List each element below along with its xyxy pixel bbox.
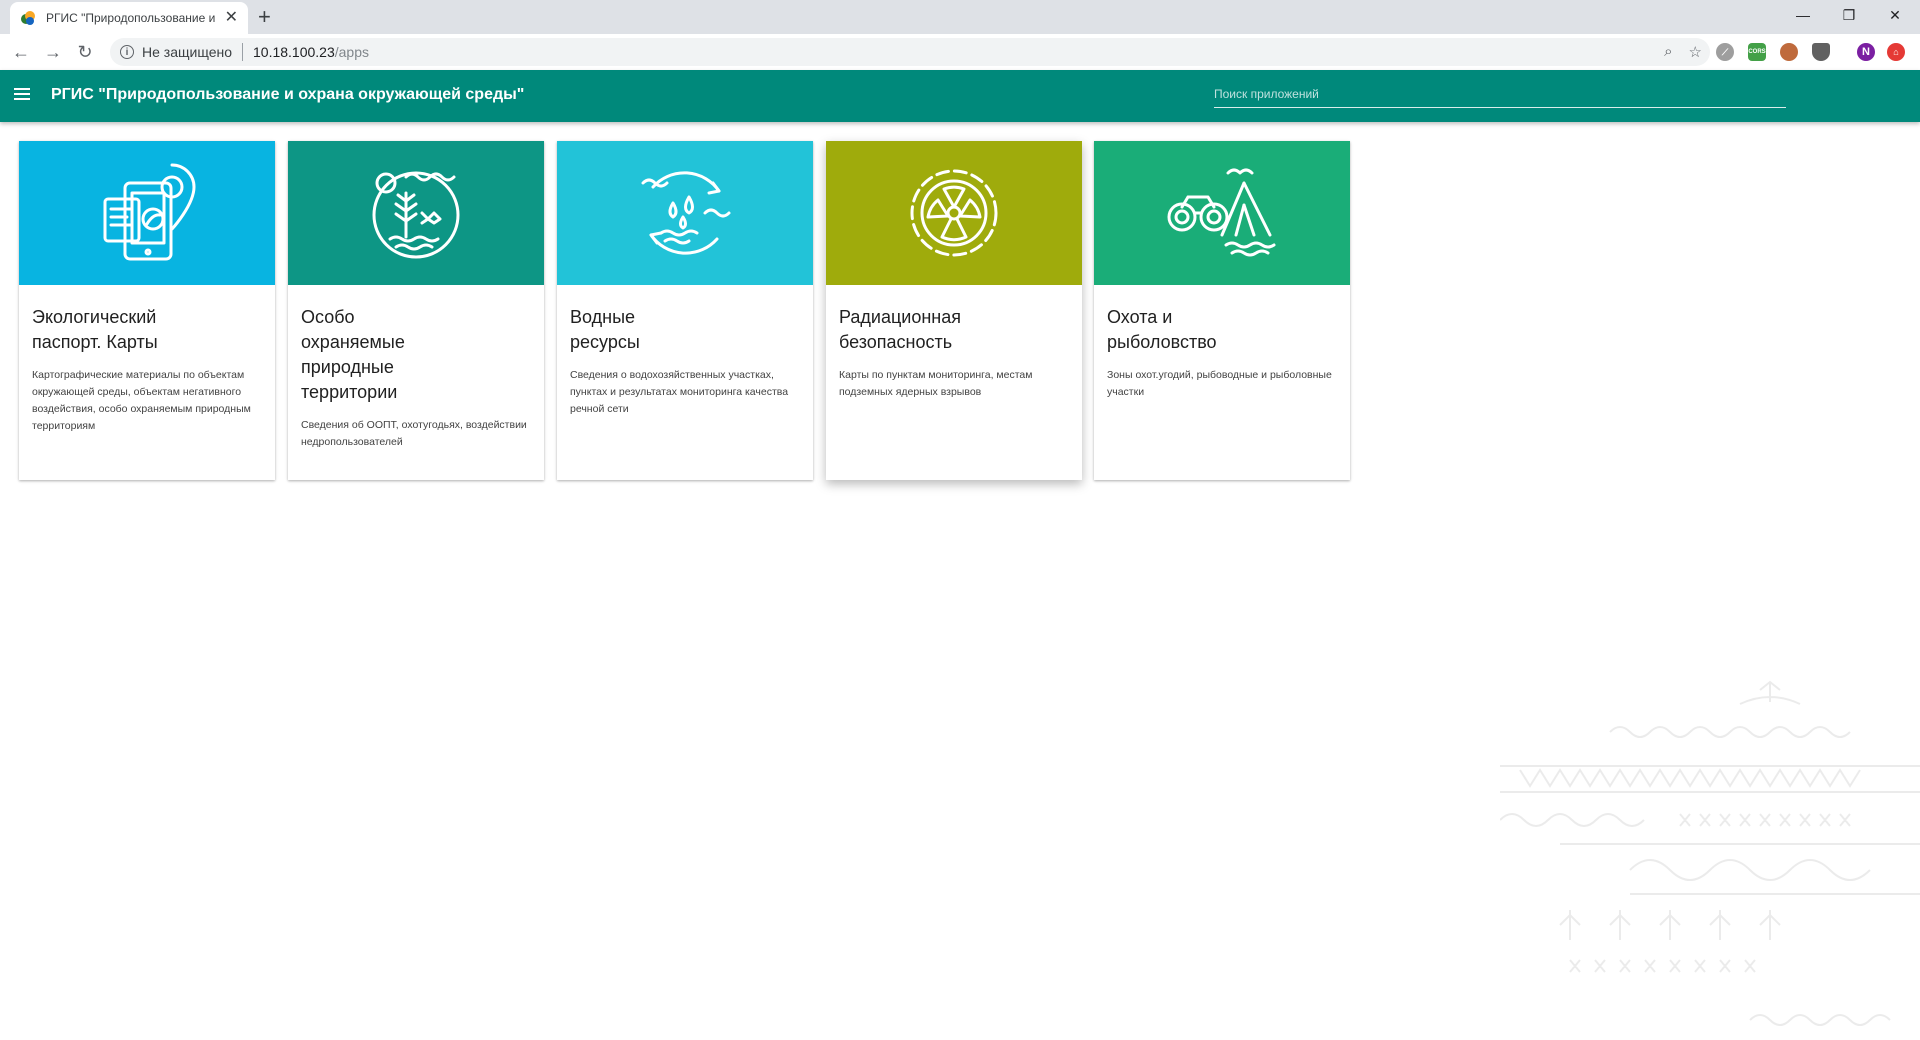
url-path: /apps <box>334 44 369 60</box>
radiation-icon <box>910 169 998 257</box>
card-description: Сведения об ООПТ, охотугодьях, воздейств… <box>301 419 527 448</box>
card-description: Картографические материалы по объектам о… <box>32 369 251 432</box>
close-tab-icon[interactable]: ✕ <box>225 10 238 26</box>
hamburger-menu-icon[interactable] <box>14 88 30 100</box>
card-media <box>288 141 544 285</box>
binoculars-tent-icon <box>1167 168 1276 257</box>
card-description: Карты по пунктам мониторинга, местам под… <box>839 369 1033 398</box>
url-host: 10.18.100.23 <box>253 44 335 60</box>
app-card-radiation-safety[interactable]: Радиационная безопасность Карты по пункт… <box>826 141 1082 480</box>
card-media <box>826 141 1082 285</box>
app-card-protected-areas[interactable]: Особо охраняемые природные территории Св… <box>288 141 544 480</box>
app-title: РГИС "Природопользование и охрана окружа… <box>51 86 525 103</box>
water-cycle-icon <box>641 171 731 255</box>
card-media <box>19 141 275 285</box>
card-media <box>1094 141 1350 285</box>
extension-home-icon[interactable]: ⌂ <box>1887 43 1905 61</box>
restore-icon[interactable]: ❐ <box>1826 0 1872 30</box>
card-title: Водные ресурсы <box>570 307 640 352</box>
extension-shield-icon[interactable] <box>1812 43 1830 61</box>
new-tab-button[interactable]: + <box>258 6 271 28</box>
extension-avatar-icon[interactable] <box>1780 43 1798 61</box>
card-media <box>557 141 813 285</box>
security-label: Не защищено <box>142 44 232 60</box>
zoom-icon[interactable]: ⌕ <box>1664 43 1672 61</box>
search-input[interactable] <box>1214 85 1786 101</box>
app-favicon-icon <box>21 11 35 25</box>
cors-extension-icon[interactable]: CORS <box>1748 43 1766 61</box>
app-card-water-resources[interactable]: Водные ресурсы Сведения о водохозяйствен… <box>557 141 813 480</box>
tab-title: РГИС "Природопользование и охрана окружа… <box>46 11 217 25</box>
profile-avatar[interactable]: N <box>1857 43 1875 61</box>
card-title: Экологический паспорт. Карты <box>32 307 158 352</box>
back-arrow-icon[interactable]: ← <box>10 41 32 63</box>
ornament-pattern-icon <box>1500 680 1920 1026</box>
reload-icon[interactable]: ↻ <box>74 41 96 63</box>
forward-arrow-icon[interactable]: → <box>42 41 64 63</box>
address-bar[interactable]: i Не защищено 10.18.100.23/apps ⌕ ☆ <box>110 38 1710 66</box>
extension-leaf-icon[interactable]: ⟋ <box>1716 43 1734 61</box>
bookmark-star-icon[interactable]: ☆ <box>1689 43 1702 61</box>
card-description: Сведения о водохозяйственных участках, п… <box>570 369 789 415</box>
card-description: Зоны охот.угодий, рыбоводные и рыболовны… <box>1107 369 1332 398</box>
card-title: Радиационная безопасность <box>839 307 962 352</box>
browser-tab[interactable]: РГИС "Природопользование и охрана окружа… <box>10 2 248 34</box>
browser-toolbar: ← → ↻ i Не защищено 10.18.100.23/apps ⌕ … <box>0 34 1920 71</box>
tablet-map-icon <box>103 163 196 261</box>
browser-tab-strip: РГИС "Природопользование и охрана окружа… <box>0 0 1920 34</box>
info-icon[interactable]: i <box>120 45 134 59</box>
card-title: Особо охраняемые природные территории <box>301 307 405 402</box>
nature-reserve-icon <box>372 171 460 259</box>
omnibox-separator <box>242 43 243 61</box>
app-card-hunting-fishing[interactable]: Охота и рыболовство Зоны охот.угодий, ры… <box>1094 141 1350 480</box>
card-title: Охота и рыболовство <box>1107 307 1217 352</box>
app-search-field[interactable] <box>1214 85 1786 108</box>
minimize-icon[interactable]: — <box>1780 0 1826 30</box>
app-header: РГИС "Природопользование и охрана окружа… <box>0 70 1920 122</box>
close-window-icon[interactable]: ✕ <box>1872 0 1918 30</box>
app-card-eco-passport[interactable]: Экологический паспорт. Карты Картографич… <box>19 141 275 480</box>
